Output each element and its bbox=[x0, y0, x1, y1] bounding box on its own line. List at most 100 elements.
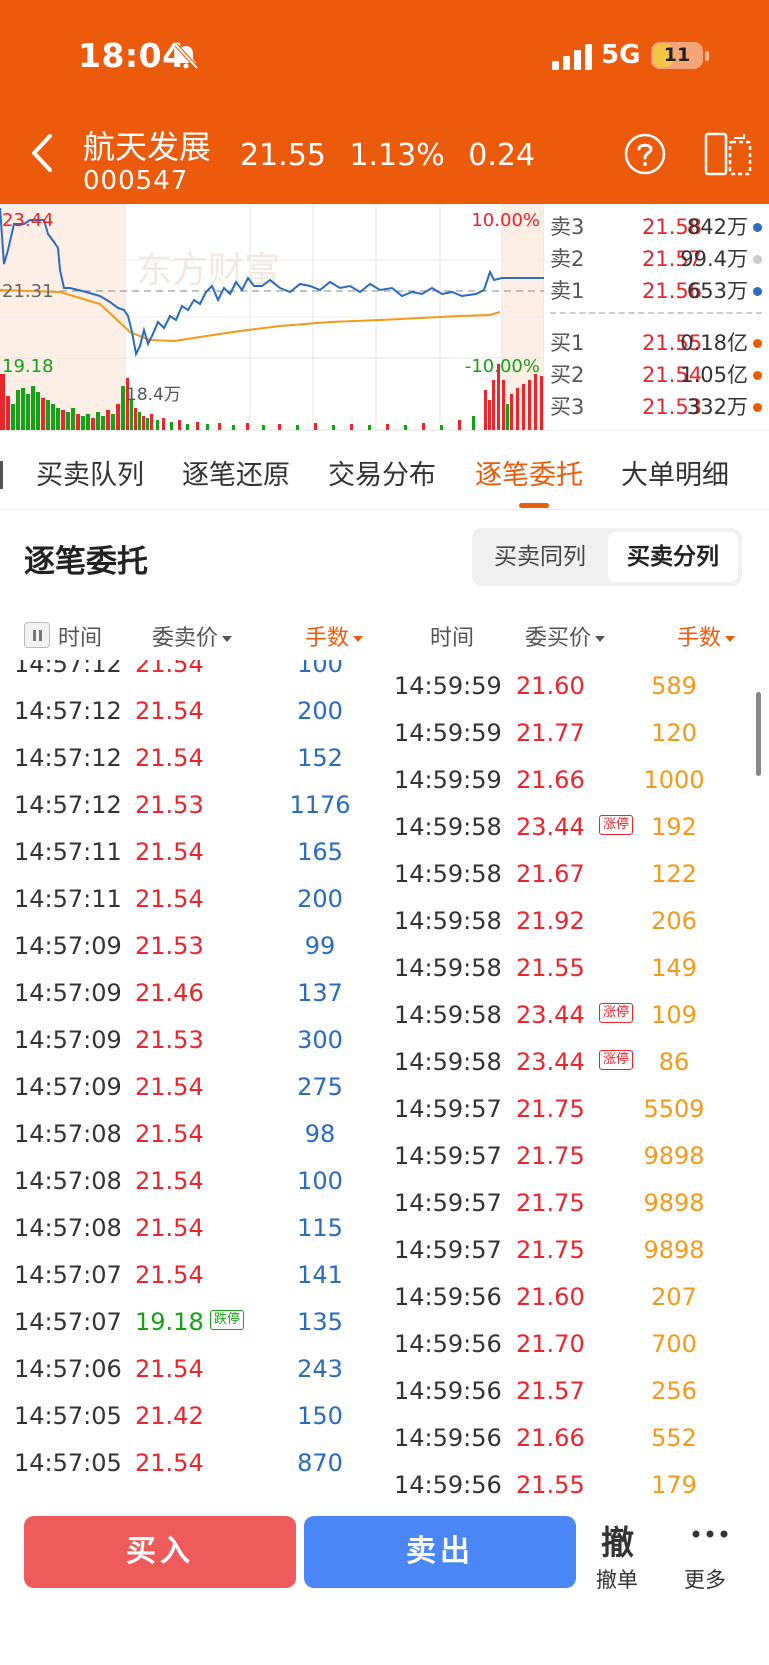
sell-order-row: 14:57:12 21.54 100 bbox=[0, 660, 370, 687]
buy-order-row: 14:59:58 21.92 206 bbox=[380, 897, 769, 944]
ask-label: 卖3 bbox=[550, 215, 585, 239]
caret-down-icon bbox=[595, 636, 606, 642]
order-price: 21.54 bbox=[135, 838, 204, 866]
order-time: 14:59:57 bbox=[394, 1189, 502, 1217]
buy-order-list[interactable]: 14:59:59 21.60 589 14:59:59 21.77 120 14:59:59… bbox=[380, 660, 769, 1500]
order-price: 21.67 bbox=[516, 860, 585, 888]
sell-order-list[interactable]: 14:57:12 21.54 100 14:57:12 21.54 200 14:57:12… bbox=[0, 660, 370, 1500]
col-sell-price-label: 委卖价 bbox=[152, 626, 219, 651]
order-price: 21.57 bbox=[516, 1377, 585, 1405]
order-time: 14:57:05 bbox=[14, 1449, 122, 1477]
sell-order-row: 14:57:12 21.53 1176 bbox=[0, 781, 370, 828]
order-qty: 200 bbox=[297, 697, 343, 725]
sell-order-row: 14:57:05 21.54 870 bbox=[0, 1439, 370, 1486]
limit-up-tag: 涨停 bbox=[599, 1003, 634, 1023]
order-time: 14:57:07 bbox=[14, 1308, 122, 1336]
view-mode-toggle: 买卖同列 买卖分列 bbox=[472, 528, 742, 586]
sell-order-row: 14:57:07 19.18 135 跌停 bbox=[0, 1298, 370, 1345]
col-buy-price-sort[interactable]: 委买价 bbox=[525, 620, 606, 652]
order-price: 21.54 bbox=[135, 697, 204, 725]
buy-order-row: 14:59:56 21.55 179 bbox=[380, 1461, 769, 1500]
ask-label: 卖1 bbox=[550, 279, 585, 303]
tab-tick-orders[interactable]: 逐笔委托 bbox=[475, 453, 583, 492]
split-column-button[interactable]: 买卖分列 bbox=[608, 532, 738, 582]
detail-tabs: 买卖队列 逐笔还原 交易分布 逐笔委托 大单明细 bbox=[0, 430, 769, 510]
same-column-button[interactable]: 买卖同列 bbox=[476, 532, 604, 582]
order-time: 14:57:12 bbox=[14, 697, 122, 725]
order-qty: 135 bbox=[297, 1308, 343, 1336]
buy-order-row: 14:59:57 21.75 9898 bbox=[380, 1179, 769, 1226]
order-qty: 152 bbox=[297, 744, 343, 772]
col-buy-qty-sort[interactable]: 手数 bbox=[677, 620, 736, 652]
order-price: 21.54 bbox=[135, 744, 204, 772]
order-time: 14:59:57 bbox=[394, 1095, 502, 1123]
order-book[interactable]: 卖3 21.58 842万 卖2 21.57 99.4万 卖1 21.56 65… bbox=[544, 204, 769, 430]
order-price: 21.53 bbox=[135, 932, 204, 960]
scrollbar[interactable] bbox=[756, 692, 761, 776]
order-qty: 98 bbox=[304, 1120, 336, 1148]
cancel-order-button[interactable]: 撤单 bbox=[596, 1564, 638, 1594]
section-title: 逐笔委托 bbox=[24, 544, 148, 580]
order-price: 21.53 bbox=[135, 1026, 204, 1054]
buy-button[interactable]: 买入 bbox=[24, 1516, 296, 1588]
help-icon[interactable] bbox=[623, 132, 667, 176]
more-icon[interactable] bbox=[692, 1530, 728, 1538]
order-time: 14:59:56 bbox=[394, 1424, 502, 1452]
bottom-action-bar: 买入 卖出 撤 撤单 更多 bbox=[0, 1500, 769, 1665]
buy-order-row: 14:59:58 21.55 149 bbox=[380, 944, 769, 991]
status-dot bbox=[753, 371, 762, 380]
order-time: 14:59:58 bbox=[394, 860, 502, 888]
order-qty: 552 bbox=[651, 1424, 697, 1452]
bid-volume: 0.18亿 bbox=[680, 331, 748, 355]
status-dot bbox=[753, 223, 762, 232]
buy-order-row: 14:59:58 21.67 122 bbox=[380, 850, 769, 897]
tab-big-order-detail[interactable]: 大单明细 bbox=[621, 453, 729, 492]
col-sell-qty-sort[interactable]: 手数 bbox=[305, 620, 364, 652]
order-qty: 256 bbox=[651, 1377, 697, 1405]
order-price: 19.18 bbox=[135, 1308, 204, 1336]
cancel-order-icon[interactable]: 撤 bbox=[601, 1516, 634, 1564]
sell-order-row: 14:57:11 21.54 165 bbox=[0, 828, 370, 875]
order-price: 21.66 bbox=[516, 766, 585, 794]
battery-level: 11 bbox=[663, 44, 691, 66]
sell-order-row: 14:57:12 21.54 152 bbox=[0, 734, 370, 781]
order-qty: 9898 bbox=[643, 1236, 705, 1264]
order-time: 14:59:59 bbox=[394, 672, 502, 700]
order-time: 14:57:08 bbox=[14, 1167, 122, 1195]
chart-down-pct-label: -10.00% bbox=[465, 356, 540, 377]
tab-trade-distribution[interactable]: 交易分布 bbox=[328, 453, 436, 492]
order-time: 14:59:58 bbox=[394, 907, 502, 935]
back-icon[interactable] bbox=[24, 130, 60, 176]
buy-order-row: 14:59:59 21.66 1000 bbox=[380, 756, 769, 803]
more-button[interactable]: 更多 bbox=[684, 1564, 726, 1594]
order-qty: 120 bbox=[651, 719, 697, 747]
caret-down-icon bbox=[353, 636, 364, 642]
order-time: 14:59:57 bbox=[394, 1142, 502, 1170]
order-qty: 165 bbox=[297, 838, 343, 866]
order-time: 14:57:06 bbox=[14, 1355, 122, 1383]
tab-order-queue[interactable]: 买卖队列 bbox=[36, 453, 144, 492]
status-dot bbox=[753, 339, 762, 348]
col-sell-price-sort[interactable]: 委卖价 bbox=[152, 620, 233, 652]
buy-order-row: 14:59:58 23.44 192 涨停 bbox=[380, 803, 769, 850]
col-sell-qty-label: 手数 bbox=[305, 626, 350, 651]
order-price: 21.60 bbox=[516, 1283, 585, 1311]
bid-label: 买3 bbox=[550, 395, 585, 419]
order-qty: 179 bbox=[651, 1471, 697, 1499]
sell-button[interactable]: 卖出 bbox=[304, 1516, 576, 1588]
order-time: 14:57:12 bbox=[14, 744, 122, 772]
tab-tick-restore[interactable]: 逐笔还原 bbox=[182, 453, 290, 492]
stock-change-pct: 1.13% bbox=[349, 138, 445, 173]
order-qty: 122 bbox=[651, 860, 697, 888]
sell-order-row: 14:57:08 21.54 115 bbox=[0, 1204, 370, 1251]
order-price: 21.54 bbox=[135, 1355, 204, 1383]
switch-stock-icon[interactable] bbox=[704, 132, 752, 176]
order-qty: 9898 bbox=[643, 1142, 705, 1170]
col-buy-qty-label: 手数 bbox=[677, 626, 722, 651]
sell-order-row: 14:57:05 21.42 150 bbox=[0, 1392, 370, 1439]
pause-icon[interactable] bbox=[24, 622, 50, 648]
bid-row-2: 买2 21.54 1.05亿 bbox=[550, 360, 762, 390]
order-qty: 243 bbox=[297, 1355, 343, 1383]
order-price: 21.53 bbox=[135, 791, 204, 819]
intraday-chart[interactable]: 东方财富 23.44 21.31 19.18 10.00% -10.00% 18… bbox=[0, 204, 544, 430]
